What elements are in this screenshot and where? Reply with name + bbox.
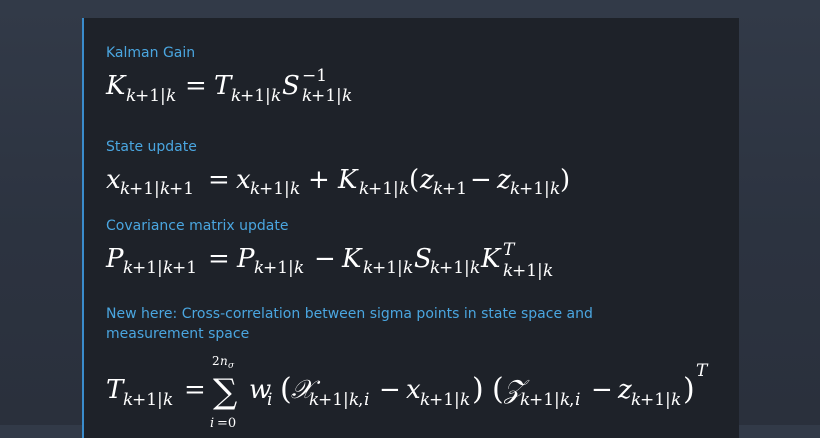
equation-cross-correlation: T k +1| k = 2 n σ ∑ i =0 w i ( 𝒳 k +1| k… (106, 352, 726, 432)
svg-text:P: P (236, 244, 255, 274)
svg-text:z: z (419, 165, 434, 195)
svg-text:+1|: +1| (318, 390, 349, 410)
svg-text:=: = (185, 71, 207, 101)
svg-text:k: k (543, 261, 553, 281)
svg-text:z: z (617, 375, 632, 405)
svg-text:−1: −1 (302, 66, 327, 86)
svg-text:+1|: +1| (439, 258, 470, 278)
svg-text:+1|: +1| (640, 390, 671, 410)
svg-text:x: x (236, 165, 251, 195)
svg-text:−: − (591, 375, 613, 405)
svg-text:+1|: +1| (132, 258, 163, 278)
svg-text:(: ( (409, 165, 419, 195)
equation-kalman-gain: K k +1| k = T k +1| k S −1 k +1| k (105, 66, 406, 112)
svg-text:,: , (358, 390, 363, 410)
svg-text:i: i (575, 390, 580, 410)
svg-text:2: 2 (212, 354, 220, 368)
section-label-state-update: State update (106, 139, 197, 155)
section-label-cross-correlation: New here: Cross-correlation between sigm… (106, 306, 593, 342)
svg-text:K: K (341, 244, 363, 274)
svg-text:): ) (472, 372, 484, 407)
svg-text:i: i (364, 390, 369, 410)
svg-text:k: k (671, 390, 681, 410)
svg-text:K: K (480, 244, 502, 274)
svg-text:T: T (503, 240, 516, 260)
svg-text:+1|: +1| (512, 261, 543, 281)
svg-text:i: i (267, 390, 272, 410)
svg-text:k: k (470, 258, 480, 278)
svg-text:): ) (683, 372, 695, 407)
svg-text:+1|: +1| (129, 179, 160, 199)
svg-text:+1: +1 (172, 258, 197, 278)
svg-text:x: x (106, 165, 121, 195)
svg-text:+1|: +1| (529, 390, 560, 410)
svg-text:k: k (403, 258, 413, 278)
svg-text:=: = (208, 165, 230, 195)
svg-text:+1|: +1| (132, 390, 163, 410)
svg-text:k: k (342, 86, 352, 106)
svg-text:k: k (550, 179, 560, 199)
svg-text:+: + (308, 165, 330, 195)
svg-text:S: S (282, 71, 300, 101)
svg-text:,: , (569, 390, 574, 410)
equation-covariance-update: P k +1| k +1 = P k +1| k − K k +1| k S k… (105, 240, 606, 289)
svg-text:−: − (314, 244, 336, 274)
svg-text:−: − (379, 375, 401, 405)
svg-text:z: z (496, 165, 511, 195)
svg-text:k: k (166, 86, 176, 106)
svg-text:+1|: +1| (135, 86, 166, 106)
svg-text:+1|: +1| (372, 258, 403, 278)
svg-text:+1|: +1| (259, 179, 290, 199)
svg-text:P: P (105, 244, 124, 274)
svg-text:K: K (105, 71, 127, 101)
svg-text:=: = (184, 375, 206, 405)
svg-text:(: ( (280, 372, 292, 407)
svg-text:+1|: +1| (263, 258, 294, 278)
svg-text:k: k (163, 390, 173, 410)
svg-text:K: K (337, 165, 359, 195)
equation-state-update: x k +1| k +1 = x k +1| k + K k +1| k ( z… (106, 162, 586, 206)
svg-text:x: x (406, 375, 421, 405)
svg-text:k: k (399, 179, 409, 199)
svg-text:): ) (560, 165, 570, 195)
section-label-kalman-gain: Kalman Gain (106, 45, 196, 61)
svg-text:k: k (271, 86, 281, 106)
svg-text:+1|: +1| (311, 86, 342, 106)
svg-text:+1: +1 (442, 179, 467, 199)
svg-text:=: = (208, 244, 230, 274)
svg-text:k: k (290, 179, 300, 199)
svg-text:σ: σ (228, 361, 235, 371)
section-label-covariance-update: Covariance matrix update (106, 218, 289, 234)
svg-text:(: ( (492, 372, 504, 407)
svg-text:∑: ∑ (213, 372, 237, 412)
svg-text:k: k (460, 390, 470, 410)
notes-card: Kalman Gain K k +1| k = T k +1| k S −1 k… (82, 18, 739, 438)
svg-text:+1|: +1| (519, 179, 550, 199)
svg-text:n: n (220, 354, 228, 368)
svg-text:T: T (696, 361, 709, 381)
svg-text:=0: =0 (217, 416, 236, 431)
svg-text:+1|: +1| (368, 179, 399, 199)
svg-text:i: i (210, 416, 214, 431)
svg-text:k: k (294, 258, 304, 278)
svg-text:+1|: +1| (429, 390, 460, 410)
svg-text:−: − (470, 165, 492, 195)
svg-text:+1|: +1| (240, 86, 271, 106)
svg-text:+1: +1 (169, 179, 194, 199)
